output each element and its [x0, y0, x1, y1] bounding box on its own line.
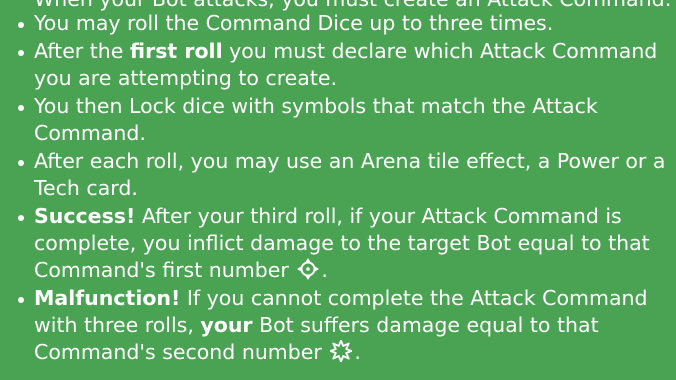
rule-end: . [321, 258, 328, 282]
rule-end: . [354, 340, 361, 364]
success-label: Success! [34, 204, 136, 228]
rule-item-effects: After each roll, you may use an Arena ti… [12, 148, 672, 202]
rule-item-lock: You then Lock dice with symbols that mat… [12, 93, 672, 147]
rule-text: You may roll the Command Dice up to thre… [34, 11, 554, 35]
rule-text: You then Lock dice with symbols that mat… [34, 94, 598, 145]
rules-list: You may roll the Command Dice up to thre… [12, 10, 672, 367]
rule-item-roll-limit: You may roll the Command Dice up to thre… [12, 10, 672, 37]
rule-item-declare: After the first roll you must declare wh… [12, 38, 672, 92]
crosshair-icon [297, 258, 320, 280]
malfunction-label: Malfunction! [34, 286, 181, 310]
rules-panel: When your Bot attacks, you must create a… [0, 0, 676, 380]
burst-icon [330, 340, 353, 362]
rule-text: After each roll, you may use an Arena ti… [34, 149, 666, 200]
rule-emphasis: first roll [129, 39, 223, 63]
rule-emphasis: your [200, 313, 253, 337]
rule-item-malfunction: Malfunction! If you cannot complete the … [12, 285, 672, 366]
rule-text-pre: After the [34, 39, 130, 63]
rule-item-success: Success! After your third roll, if your … [12, 203, 672, 284]
